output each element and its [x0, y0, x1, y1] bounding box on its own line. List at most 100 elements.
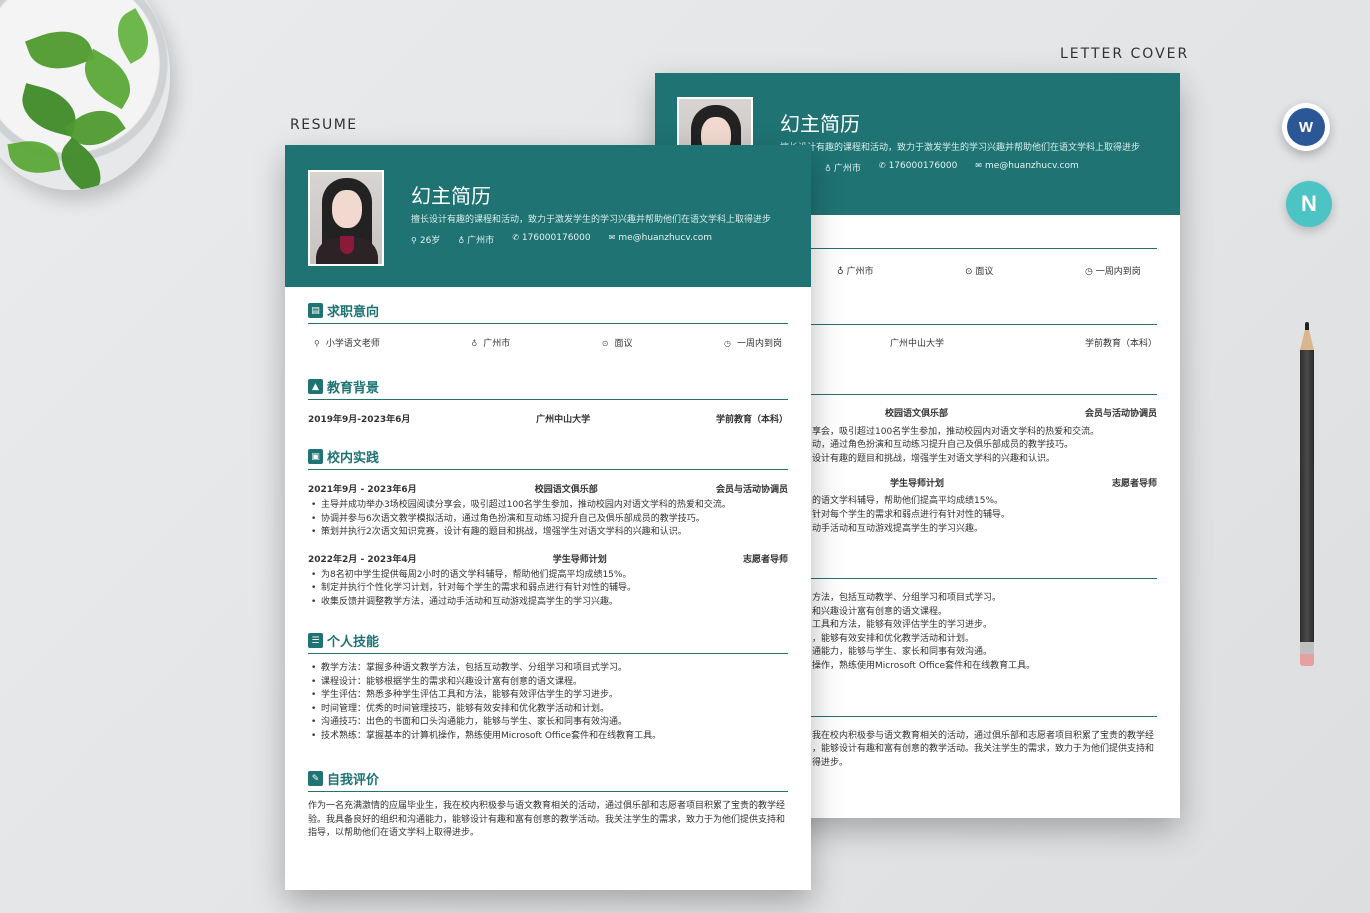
- intent-title-bar: ▤ 求职意向: [308, 301, 788, 324]
- back-skill-line: 工具和方法，能够有效评估学生的学习进步。: [812, 620, 993, 630]
- self-eval-title: 自我评价: [327, 773, 380, 788]
- back-contacts: ♁ 广州市 ✆ 176000176000 ✉ me@huanzhucv.com: [825, 161, 1079, 174]
- back-phone: 176000176000: [888, 161, 958, 171]
- briefcase-icon: ▣: [308, 449, 323, 464]
- intent-salary: ⊙ 面议: [601, 339, 633, 349]
- list-item: 时间管理：优秀的时间管理技巧，能够有效安排和优化教学活动和计划。: [308, 703, 788, 717]
- back-divider: [805, 324, 1157, 325]
- location-icon: ♁: [458, 236, 465, 245]
- list-item: 协调并参与6次语文教学模拟活动，通过角色扮演和互动练习提升自己及俱乐部成员的教学…: [308, 513, 788, 527]
- list-item: 主导并成功举办3场校园阅读分享会，吸引超过100名学生参加，推动校园内对语文学科…: [308, 499, 788, 513]
- list-item: 制定并执行个性化学习计划，针对每个学生的需求和弱点进行有针对性的辅导。: [308, 582, 788, 596]
- skills-section: ☰ 个人技能 教学方法：掌握多种语文教学方法，包括互动教学、分组学习和项目式学习…: [308, 631, 788, 743]
- back-practice1-line: 享会，吸引超过100名学生参加，推动校园内对语文学科的热爱和交流。: [812, 427, 1100, 437]
- skills-bullets: 教学方法：掌握多种语文教学方法，包括互动教学、分组学习和项目式学习。 课程设计：…: [308, 662, 788, 743]
- id-card-icon: ▤: [308, 303, 323, 318]
- back-practice2-line: 动手活动和互动游戏提高学生的学习兴趣。: [812, 524, 984, 534]
- back-skill-line: 和兴趣设计富有创意的语文课程。: [812, 607, 948, 617]
- n-app-icon[interactable]: N: [1286, 181, 1332, 227]
- practice-section: ▣ 校内实践 2021年9月 - 2023年6月 校园语文俱乐部 会员与活动协调…: [308, 447, 788, 609]
- resume-front-page: 幻主简历 擅长设计有趣的课程和活动，致力于激发学生的学习兴趣并帮助他们在语文学科…: [285, 145, 811, 890]
- list-item: 教学方法：掌握多种语文教学方法，包括互动教学、分组学习和项目式学习。: [308, 662, 788, 676]
- list-item: 学生评估：熟悉多种学生评估工具和方法，能够有效评估学生的学习进步。: [308, 689, 788, 703]
- front-contacts: ⚲ 26岁 ♁ 广州市 ✆ 176000176000 ✉ me@huanzhucv.co…: [411, 233, 712, 246]
- practice-date: 2021年9月 - 2023年6月: [308, 485, 417, 495]
- front-email: me@huanzhucv.com: [618, 233, 713, 243]
- back-name: 幻主简历: [780, 112, 860, 136]
- education-title-bar: ▲ 教育背景: [308, 377, 788, 400]
- back-intent-salary: ⊙ 面议: [965, 267, 994, 277]
- practice-title-bar: ▣ 校内实践: [308, 447, 788, 470]
- education-school: 广州中山大学: [536, 415, 591, 425]
- back-intent-city: ♁ 广州市: [837, 267, 874, 277]
- clock-icon: ◷: [723, 339, 731, 348]
- back-divider: [805, 716, 1157, 717]
- graduation-cap-icon: ▲: [308, 379, 323, 394]
- practice-title: 校内实践: [327, 451, 380, 466]
- front-header: 幻主简历 擅长设计有趣的课程和活动，致力于激发学生的学习兴趣并帮助他们在语文学科…: [285, 145, 811, 287]
- back-city: 广州市: [833, 164, 861, 174]
- self-eval-title-bar: ✎ 自我评价: [308, 769, 788, 792]
- practice-item-header: 2022年2月 - 2023年4月 学生导师计划 志愿者导师: [308, 552, 788, 565]
- word-app-icon[interactable]: W: [1282, 103, 1330, 151]
- back-edu-degree: 学前教育（本科）: [1085, 339, 1158, 349]
- practice-bullets: 为8名初中学生提供每周2小时的语文学科辅导，帮助他们提高平均成绩15%。 制定并…: [308, 569, 788, 610]
- back-self-line: 我在校内积极参与语文教育相关的活动，通过俱乐部和志愿者项目积累了宝贵的教学经: [812, 731, 1155, 741]
- back-edu-school: 广州中山大学: [890, 339, 945, 349]
- back-intent-arrival: ◷ 一周内到岗: [1085, 267, 1141, 277]
- pencil-image: [1300, 322, 1314, 667]
- practice-org: 学生导师计划: [552, 554, 607, 565]
- location-icon: ♁: [471, 339, 478, 348]
- salary-icon: ⊙: [601, 339, 609, 348]
- intent-arrival: ◷ 一周内到岗: [723, 339, 782, 349]
- location-icon: ♁: [825, 164, 831, 173]
- back-self-line: ，能够设计有趣和富有创意的教学活动。我关注学生的需求，致力于为他们提供支持和: [812, 744, 1155, 754]
- back-skill-line: ，能够有效安排和优化教学活动和计划。: [812, 634, 975, 644]
- salary-icon: ⊙: [965, 267, 976, 277]
- back-intro: 擅长设计有趣的课程和活动，致力于激发学生的学习兴趣并帮助他们在语文学科上取得进步: [780, 143, 1141, 153]
- front-age: 26岁: [419, 236, 441, 246]
- list-item: 沟通技巧：出色的书面和口头沟通能力，能够与学生、家长和同事有效沟通。: [308, 716, 788, 730]
- phone-icon: ✆: [512, 233, 519, 242]
- education-row: 2019年9月-2023年6月 广州中山大学 学前教育（本科）: [308, 412, 788, 425]
- back-practice1-role: 会员与活动协调员: [1085, 409, 1158, 419]
- practice-org: 校园语文俱乐部: [534, 485, 598, 495]
- person-icon: ⚲: [314, 339, 320, 348]
- skills-title: 个人技能: [327, 635, 380, 650]
- person-icon: ⚲: [411, 236, 417, 245]
- list-icon: ☰: [308, 633, 323, 648]
- list-item: 课程设计：能够根据学生的需求和兴趣设计富有创意的语文课程。: [308, 676, 788, 690]
- education-date: 2019年9月-2023年6月: [308, 415, 411, 425]
- back-practice2-line: 针对每个学生的需求和弱点进行有针对性的辅导。: [812, 510, 1011, 520]
- practice-bullets: 主导并成功举办3场校园阅读分享会，吸引超过100名学生参加，推动校园内对语文学科…: [308, 499, 788, 540]
- front-intro: 擅长设计有趣的课程和活动，致力于激发学生的学习兴趣并帮助他们在语文学科上取得进步: [411, 215, 772, 225]
- back-email: me@huanzhucv.com: [985, 161, 1079, 171]
- back-divider: [805, 394, 1157, 395]
- list-item: 技术熟练：掌握基本的计算机操作，熟练使用Microsoft Office套件和在…: [308, 730, 788, 744]
- mail-icon: ✉: [608, 233, 616, 242]
- front-city: 广州市: [467, 236, 495, 246]
- intent-row: ⚲ 小学语文老师 ♁ 广州市 ⊙ 面议 ◷ 一周内到岗: [308, 336, 788, 349]
- back-practice1-org: 校园语文俱乐部: [885, 409, 949, 419]
- self-eval-section: ✎ 自我评价 作为一名充满激情的应届毕业生，我在校内积极参与语文教育相关的活动，…: [308, 769, 788, 841]
- back-skill-line: 操作，熟练使用Microsoft Office套件和在线教育工具。: [812, 661, 1036, 671]
- back-skill-line: 方法，包括互动教学、分组学习和项目式学习。: [812, 593, 1002, 603]
- back-divider: [805, 578, 1157, 579]
- front-name: 幻主简历: [411, 184, 491, 208]
- mail-icon: ✉: [975, 161, 982, 170]
- intent-city: ♁ 广州市: [471, 339, 511, 349]
- front-phone: 176000176000: [521, 233, 591, 243]
- list-item: 策划并执行2次语文知识竞赛，设计有趣的题目和挑战，增强学生对语文学科的兴趣和认识…: [308, 526, 788, 540]
- list-item: 为8名初中学生提供每周2小时的语文学科辅导，帮助他们提高平均成绩15%。: [308, 569, 788, 583]
- back-divider: [805, 248, 1157, 249]
- skills-title-bar: ☰ 个人技能: [308, 631, 788, 654]
- self-eval-text: 作为一名充满激情的应届毕业生，我在校内积极参与语文教育相关的活动，通过俱乐部和志…: [308, 801, 786, 838]
- potted-plant-image: [0, 0, 170, 190]
- edit-icon: ✎: [308, 771, 323, 786]
- word-icon-label: W: [1287, 108, 1325, 146]
- education-section: ▲ 教育背景 2019年9月-2023年6月 广州中山大学 学前教育（本科）: [308, 377, 788, 425]
- practice-role: 志愿者导师: [742, 554, 788, 565]
- letter-cover-label: LETTER COVER: [1060, 46, 1190, 62]
- back-practice2-org: 学生导师计划: [890, 479, 945, 489]
- clock-icon: ◷: [1085, 267, 1096, 277]
